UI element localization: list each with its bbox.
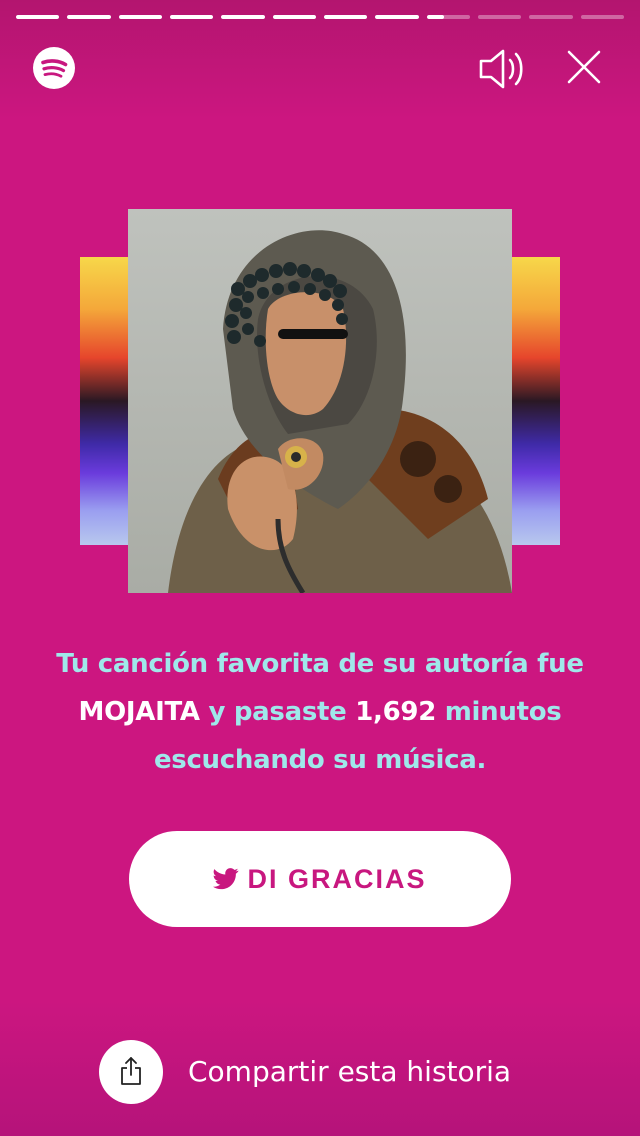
progress-segment	[67, 15, 111, 19]
caption-line-2: MOJAITA y pasaste 1,692 minutos	[20, 688, 620, 736]
gradient-bar-right	[512, 257, 560, 545]
progress-segment	[169, 15, 214, 19]
share-button[interactable]	[99, 1040, 163, 1104]
caption-line-1: Tu canción favorita de su autoría fue	[56, 649, 584, 679]
progress-segment	[118, 15, 162, 19]
progress-fill	[323, 15, 368, 19]
story-screen: Tu canción favorita de su autoría fue MO…	[0, 0, 640, 1136]
progress-fill	[16, 15, 60, 19]
share-label[interactable]: Compartir esta historia	[188, 1052, 511, 1092]
progress-fill	[426, 15, 444, 19]
share-icon	[121, 1057, 141, 1085]
progress-segment	[375, 15, 419, 19]
minutes-count: 1,692	[355, 697, 436, 727]
caption-after: minutos	[436, 697, 562, 727]
spotify-logo-icon	[33, 47, 75, 89]
progress-fill	[169, 15, 214, 19]
progress-fill	[118, 15, 162, 19]
artist-photo	[128, 209, 512, 593]
progress-segment	[272, 15, 316, 19]
twitter-icon	[213, 868, 239, 890]
close-icon[interactable]	[564, 47, 604, 87]
caption-mid: y pasaste	[199, 697, 356, 727]
di-gracias-button[interactable]: DI GRACIAS	[129, 831, 511, 927]
progress-segment	[16, 15, 60, 19]
song-title: MOJAITA	[78, 697, 200, 727]
progress-segment	[580, 15, 624, 19]
progress-segment	[323, 15, 368, 19]
progress-segment	[221, 15, 265, 19]
progress-segment	[477, 15, 522, 19]
story-progress	[16, 15, 624, 20]
progress-segment	[426, 15, 470, 19]
progress-segment	[529, 15, 573, 19]
caption-line-3: escuchando su música.	[153, 745, 487, 775]
speaker-icon[interactable]	[478, 46, 530, 92]
progress-fill	[375, 15, 419, 19]
progress-fill	[67, 15, 111, 19]
progress-fill	[221, 15, 265, 19]
progress-fill	[272, 15, 316, 19]
gradient-bar-left	[80, 257, 128, 545]
story-caption: Tu canción favorita de su autoría fue MO…	[20, 640, 620, 784]
di-gracias-label: DI GRACIAS	[247, 863, 427, 894]
